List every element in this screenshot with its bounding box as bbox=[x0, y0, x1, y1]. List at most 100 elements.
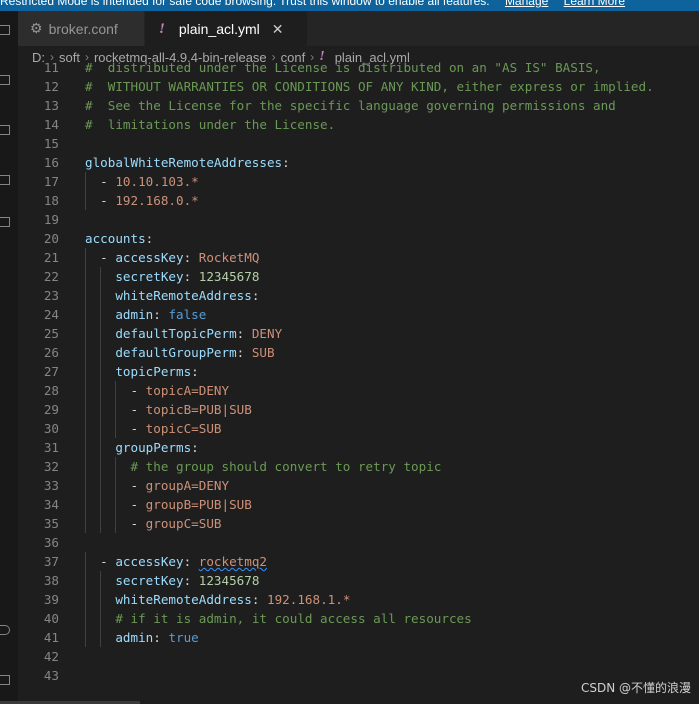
code-line[interactable]: 20 accounts: bbox=[18, 229, 699, 248]
code-editor[interactable]: 11 # distributed under the License is dis… bbox=[18, 58, 699, 704]
code-line[interactable]: 19 bbox=[18, 210, 699, 229]
code-token: : bbox=[251, 288, 260, 303]
explorer-icon[interactable] bbox=[0, 25, 10, 35]
line-number: 18 bbox=[43, 193, 59, 208]
code-token: 12345678 bbox=[198, 573, 260, 588]
code-text: defaultTopicPerm: DENY bbox=[85, 324, 282, 343]
manage-gear-icon[interactable] bbox=[0, 675, 10, 685]
tab-plain-acl-yml[interactable]: ! plain_acl.yml ✕ bbox=[145, 11, 307, 46]
watermark: CSDN @不懂的浪漫 bbox=[580, 681, 691, 695]
code-token: - bbox=[85, 516, 146, 531]
code-line[interactable]: 40 # if it is admin, it could access all… bbox=[18, 609, 699, 628]
code-token: groupPerms bbox=[115, 440, 192, 455]
exclamation-icon: ! bbox=[159, 20, 165, 37]
code-line[interactable]: 28 - topicA=DENY bbox=[18, 381, 699, 400]
code-line[interactable]: 12 # WITHOUT WARRANTIES OR CONDITIONS OF … bbox=[18, 77, 699, 96]
code-token: # if it is admin, it could access all re… bbox=[115, 611, 472, 626]
close-icon[interactable]: ✕ bbox=[272, 21, 284, 38]
code-token: topicA=DENY bbox=[145, 383, 230, 398]
code-token: - bbox=[85, 250, 116, 265]
code-line[interactable]: 21 - accessKey: RocketMQ bbox=[18, 248, 699, 267]
code-text: - topicA=DENY bbox=[85, 381, 229, 400]
code-line[interactable]: 36 bbox=[18, 533, 699, 552]
code-line[interactable]: 42 bbox=[18, 647, 699, 666]
code-token: defaultGroupPerm bbox=[115, 345, 237, 360]
code-token: false bbox=[168, 307, 207, 322]
code-line[interactable]: 17 - 10.10.103.* bbox=[18, 172, 699, 191]
learn-more-link[interactable]: Learn More bbox=[564, 0, 625, 8]
code-token: topicB=PUB|SUB bbox=[145, 402, 252, 417]
code-line[interactable]: 23 whiteRemoteAddress: bbox=[18, 286, 699, 305]
code-token: 12345678 bbox=[198, 269, 260, 284]
line-number: 39 bbox=[43, 592, 59, 607]
code-line[interactable]: 13 # See the License for the specific lan… bbox=[18, 96, 699, 115]
code-line[interactable]: 26 defaultGroupPerm: SUB bbox=[18, 343, 699, 362]
code-line[interactable]: 22 secretKey: 12345678 bbox=[18, 267, 699, 286]
code-line[interactable]: 11 # distributed under the License is dis… bbox=[18, 58, 699, 77]
code-text: secretKey: 12345678 bbox=[85, 267, 259, 286]
code-line[interactable]: 27 topicPerms: bbox=[18, 362, 699, 381]
code-text: # distributed under the License is distr… bbox=[85, 58, 601, 77]
code-token: # WITHOUT WARRANTIES OR CONDITIONS OF AN… bbox=[85, 79, 654, 94]
code-token: 192.168.0.* bbox=[115, 193, 199, 208]
line-number: 22 bbox=[43, 269, 59, 284]
line-number: 35 bbox=[43, 516, 59, 531]
code-line[interactable]: 25 defaultTopicPerm: DENY bbox=[18, 324, 699, 343]
code-token: whiteRemoteAddress bbox=[115, 288, 252, 303]
code-line[interactable]: 37 - accessKey: rocketmq2 bbox=[18, 552, 699, 571]
code-line[interactable]: 34 - groupB=PUB|SUB bbox=[18, 495, 699, 514]
line-number: 32 bbox=[43, 459, 59, 474]
code-token: : bbox=[145, 231, 154, 246]
code-line[interactable]: 31 groupPerms: bbox=[18, 438, 699, 457]
code-line[interactable]: 16 globalWhiteRemoteAddresses: bbox=[18, 153, 699, 172]
code-line[interactable]: 32 # the group should convert to retry t… bbox=[18, 457, 699, 476]
line-number: 28 bbox=[43, 383, 59, 398]
code-text: - accessKey: rocketmq2 bbox=[85, 552, 267, 571]
code-line[interactable]: 15 bbox=[18, 134, 699, 153]
tab-label: plain_acl.yml bbox=[178, 21, 260, 37]
code-line[interactable]: 39 whiteRemoteAddress: 192.168.1.* bbox=[18, 590, 699, 609]
line-number: 31 bbox=[43, 440, 59, 455]
extensions-icon[interactable] bbox=[0, 217, 10, 227]
line-number: 11 bbox=[43, 60, 59, 75]
restricted-mode-banner: Restricted Mode is intended for safe cod… bbox=[0, 0, 699, 11]
code-token: : bbox=[183, 573, 199, 588]
run-debug-icon[interactable] bbox=[0, 175, 10, 185]
tab-label: broker.conf bbox=[48, 20, 118, 37]
code-line[interactable]: 38 secretKey: 12345678 bbox=[18, 571, 699, 590]
code-token: # limitations under the License. bbox=[85, 117, 336, 132]
code-line[interactable]: 24 admin: false bbox=[18, 305, 699, 324]
code-token: globalWhiteRemoteAddresses bbox=[85, 155, 283, 170]
tab-broker-conf[interactable]: ⚙ broker.conf bbox=[18, 11, 145, 46]
code-line[interactable]: 41 admin: true bbox=[18, 628, 699, 647]
code-line[interactable]: 29 - topicB=PUB|SUB bbox=[18, 400, 699, 419]
line-number: 19 bbox=[43, 212, 59, 227]
code-token: - bbox=[85, 193, 116, 208]
code-line[interactable]: 18 - 192.168.0.* bbox=[18, 191, 699, 210]
account-icon[interactable] bbox=[0, 625, 10, 635]
manage-link[interactable]: Manage bbox=[505, 0, 548, 8]
code-line[interactable]: 33 - groupA=DENY bbox=[18, 476, 699, 495]
code-line[interactable]: 30 - topicC=SUB bbox=[18, 419, 699, 438]
code-text: # if it is admin, it could access all re… bbox=[85, 609, 472, 628]
code-text: # See the License for the specific langu… bbox=[85, 96, 616, 115]
line-number: 16 bbox=[43, 155, 59, 170]
code-token: rocketmq2 bbox=[198, 554, 268, 569]
code-line[interactable]: 35 - groupC=SUB bbox=[18, 514, 699, 533]
code-line[interactable]: 14 # limitations under the License. bbox=[18, 115, 699, 134]
code-token: : bbox=[251, 592, 267, 607]
source-control-icon[interactable] bbox=[0, 125, 10, 135]
code-token: : bbox=[153, 307, 169, 322]
line-number: 23 bbox=[43, 288, 59, 303]
code-text: - accessKey: RocketMQ bbox=[85, 248, 259, 267]
line-number: 29 bbox=[43, 402, 59, 417]
banner-text: Restricted Mode is intended for safe cod… bbox=[0, 0, 490, 8]
code-text: - groupC=SUB bbox=[85, 514, 221, 533]
search-icon[interactable] bbox=[0, 75, 10, 85]
code-text: # the group should convert to retry topi… bbox=[85, 457, 442, 476]
